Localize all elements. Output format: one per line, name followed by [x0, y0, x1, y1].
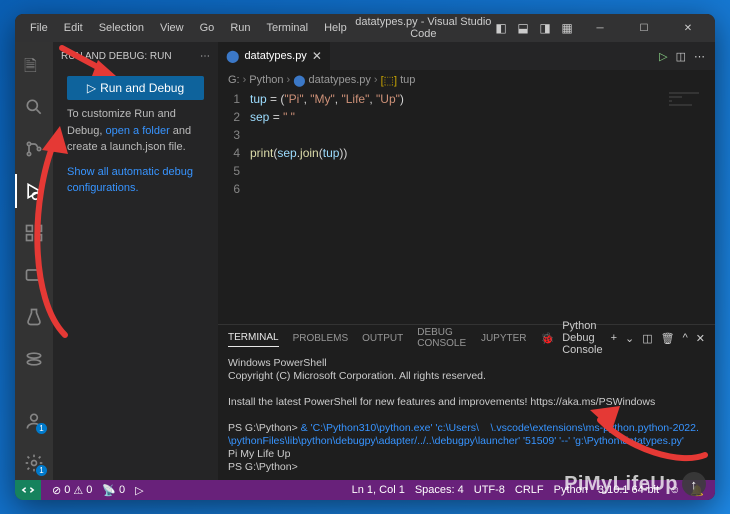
activity-remote[interactable]	[15, 258, 53, 292]
status-eol[interactable]: CRLF	[510, 484, 549, 496]
new-terminal-icon[interactable]: +	[611, 332, 617, 344]
activity-source-control[interactable]	[15, 132, 53, 166]
run-and-debug-button[interactable]: ▷ Run and Debug	[67, 76, 204, 100]
bc-symbol[interactable]: tup	[400, 74, 415, 86]
code-content[interactable]: tup = ("Pi", "My", "Life", "Up")sep = " …	[250, 90, 715, 324]
terminal-panel: TERMINAL PROBLEMS OUTPUT DEBUG CONSOLE J…	[218, 324, 715, 480]
warning-icon: ⚠	[73, 484, 83, 497]
activity-jupyter[interactable]	[15, 342, 53, 376]
sidebar: RUN AND DEBUG: RUN ⋯ ▷ Run and Debug To …	[53, 42, 218, 480]
split-editor-icon[interactable]: ◫	[676, 50, 686, 63]
toggle-secondary-sidebar-icon[interactable]: ◨	[537, 20, 553, 36]
sidebar-title: RUN AND DEBUG: RUN	[61, 51, 172, 62]
toggle-panel-icon[interactable]: ⬓	[515, 20, 531, 36]
maximize-button[interactable]: ☐	[625, 14, 663, 42]
more-actions-icon[interactable]: ⋯	[694, 50, 705, 63]
menu-help[interactable]: Help	[317, 20, 354, 36]
chevron-down-icon[interactable]: ⌄	[625, 332, 634, 345]
tab-jupyter[interactable]: JUPYTER	[481, 330, 527, 347]
customize-layout-icon[interactable]: ▦	[559, 20, 575, 36]
split-terminal-icon[interactable]: ◫	[642, 332, 652, 345]
settings-badge: 1	[36, 465, 47, 476]
close-panel-icon[interactable]: ✕	[696, 332, 705, 345]
run-file-icon[interactable]: ▷	[659, 50, 667, 63]
activity-extensions[interactable]	[15, 216, 53, 250]
menu-terminal[interactable]: Terminal	[260, 20, 316, 36]
activity-settings[interactable]: 1	[15, 446, 53, 480]
menu-go[interactable]: Go	[193, 20, 222, 36]
debug-icon[interactable]: 🐞	[541, 332, 555, 345]
accounts-badge: 1	[36, 423, 47, 434]
close-tab-icon[interactable]: ✕	[312, 49, 322, 63]
breadcrumb[interactable]: G:› Python› ⬤datatypes.py› [⬚] tup	[218, 70, 715, 90]
run-debug-label: Run and Debug	[100, 81, 184, 95]
close-button[interactable]: ✕	[669, 14, 707, 42]
tab-label: datatypes.py	[244, 50, 306, 62]
symbol-icon: [⬚]	[381, 74, 398, 87]
status-debug-start[interactable]: ▷	[130, 484, 148, 497]
tab-problems[interactable]: PROBLEMS	[293, 330, 349, 347]
status-errors[interactable]: ⊘0 ⚠0	[47, 484, 97, 497]
panel-tabs: TERMINAL PROBLEMS OUTPUT DEBUG CONSOLE J…	[218, 325, 715, 351]
play-icon: ▷	[135, 484, 143, 497]
editor-area: ⬤ datatypes.py ✕ ▷ ◫ ⋯ G:› Python› ⬤data…	[218, 42, 715, 480]
window-title: datatypes.py - Visual Studio Code	[354, 16, 493, 40]
bc-file[interactable]: datatypes.py	[309, 74, 371, 86]
activity-run-debug[interactable]	[15, 174, 53, 208]
tab-debug-console[interactable]: DEBUG CONSOLE	[417, 324, 467, 352]
activity-search[interactable]	[15, 90, 53, 124]
activity-accounts[interactable]: 1	[15, 404, 53, 438]
maximize-panel-icon[interactable]: ^	[683, 332, 688, 344]
activity-testing[interactable]	[15, 300, 53, 334]
bc-folder[interactable]: Python	[249, 74, 283, 86]
menu-view[interactable]: View	[153, 20, 191, 36]
tab-bar: ⬤ datatypes.py ✕ ▷ ◫ ⋯	[218, 42, 715, 70]
menu-bar: File Edit Selection View Go Run Terminal…	[23, 20, 354, 36]
line-gutter: 123456	[218, 90, 250, 324]
error-icon: ⊘	[52, 484, 61, 497]
status-feedback[interactable]: ☺	[664, 484, 685, 496]
show-debug-configs-link[interactable]: Show all automatic debug configurations.	[67, 166, 193, 195]
status-bar: ⊘0 ⚠0 📡0 ▷ Ln 1, Col 1 Spaces: 4 UTF-8 C…	[15, 480, 715, 500]
status-line-col[interactable]: Ln 1, Col 1	[347, 484, 410, 496]
play-icon: ▷	[87, 81, 96, 95]
menu-run[interactable]: Run	[223, 20, 257, 36]
feedback-icon: ☺	[669, 484, 680, 496]
code-editor[interactable]: 123456 tup = ("Pi", "My", "Life", "Up")s…	[218, 90, 715, 324]
bell-icon: 🔔	[690, 484, 704, 497]
remote-indicator[interactable]	[15, 480, 41, 500]
activity-bar: 🗎 1 1	[15, 42, 53, 480]
status-ports[interactable]: 📡0	[97, 484, 130, 497]
status-encoding[interactable]: UTF-8	[469, 484, 510, 496]
trash-icon[interactable]: 🗑	[661, 332, 675, 345]
menu-file[interactable]: File	[23, 20, 55, 36]
bc-drive[interactable]: G:	[228, 74, 240, 86]
status-spaces[interactable]: Spaces: 4	[410, 484, 469, 496]
status-python-interp[interactable]: 3.10.1 64-bit	[593, 484, 664, 496]
menu-selection[interactable]: Selection	[92, 20, 151, 36]
toggle-primary-sidebar-icon[interactable]: ◧	[493, 20, 509, 36]
title-bar: File Edit Selection View Go Run Terminal…	[15, 14, 715, 42]
tab-terminal[interactable]: TERMINAL	[228, 329, 279, 347]
status-language[interactable]: Python	[549, 484, 593, 496]
terminal-output[interactable]: Windows PowerShellCopyright (C) Microsof…	[218, 351, 715, 480]
python-file-icon: ⬤	[293, 74, 305, 87]
sidebar-hint: To customize Run and Debug, open a folde…	[67, 106, 204, 156]
python-file-icon: ⬤	[226, 49, 239, 63]
vscode-window: File Edit Selection View Go Run Terminal…	[15, 14, 715, 500]
sidebar-more-icon[interactable]: ⋯	[200, 51, 210, 62]
open-folder-link[interactable]: open a folder	[106, 125, 170, 137]
minimize-button[interactable]: ─	[581, 14, 619, 42]
menu-edit[interactable]: Edit	[57, 20, 90, 36]
activity-explorer[interactable]: 🗎	[15, 48, 53, 82]
radio-icon: 📡	[102, 484, 116, 497]
status-notifications[interactable]: 🔔	[685, 484, 709, 497]
tab-datatypes[interactable]: ⬤ datatypes.py ✕	[218, 42, 331, 70]
minimap[interactable]	[665, 90, 715, 324]
tab-output[interactable]: OUTPUT	[362, 330, 403, 347]
